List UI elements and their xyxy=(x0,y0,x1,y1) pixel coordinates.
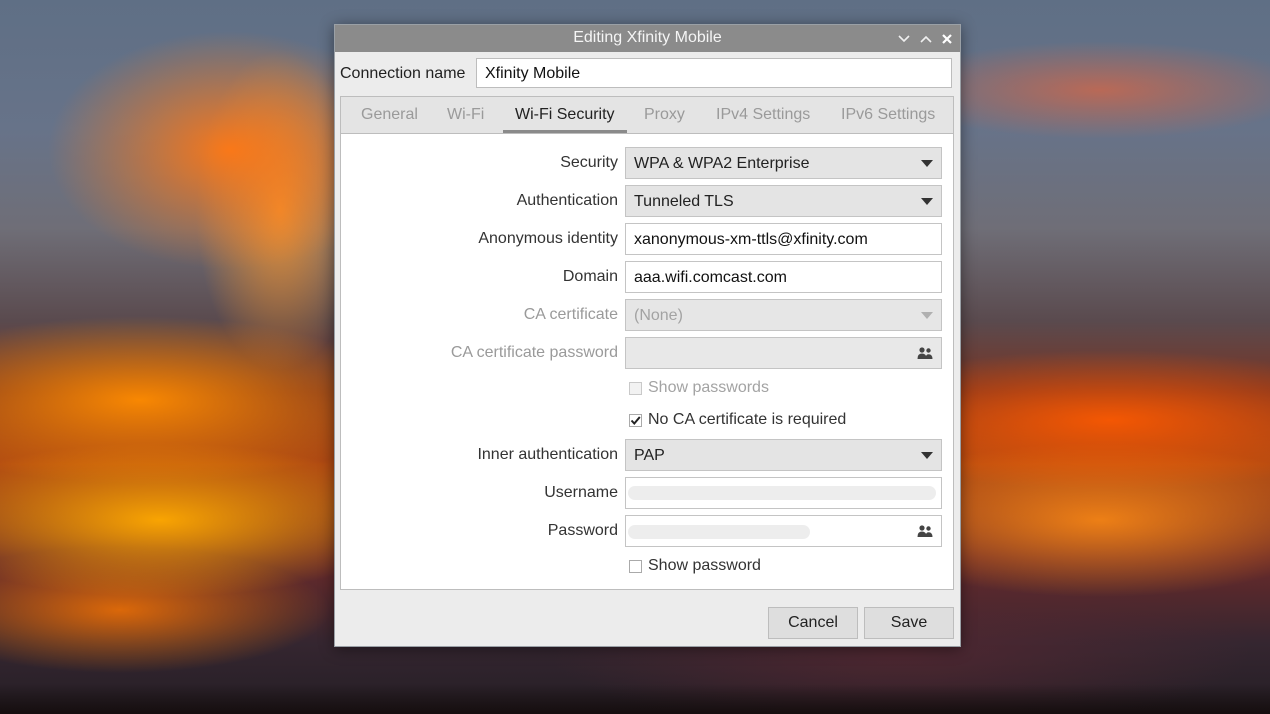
minimize-icon[interactable] xyxy=(895,30,912,47)
anonymous-identity-input[interactable]: xanonymous-xm-ttls@xfinity.com xyxy=(625,223,942,255)
title-bar[interactable]: Editing Xfinity Mobile xyxy=(335,25,960,52)
people-icon[interactable] xyxy=(917,524,933,538)
password-label: Password xyxy=(547,522,618,539)
show-passwords-checkbox[interactable]: Show passwords xyxy=(629,379,769,397)
connection-name-row: Connection name Xfinity Mobile xyxy=(335,58,960,90)
show-password-label: Show password xyxy=(648,557,761,574)
username-label: Username xyxy=(544,484,618,501)
show-password-checkbox[interactable]: Show password xyxy=(629,557,761,575)
tab-ipv4-settings[interactable]: IPv4 Settings xyxy=(704,97,822,133)
security-label: Security xyxy=(560,154,618,171)
security-combo[interactable]: WPA & WPA2 Enterprise xyxy=(625,147,942,179)
desktop-wallpaper-foreground xyxy=(0,684,1270,714)
edit-connection-dialog: Editing Xfinity Mobile Connection name X… xyxy=(334,24,961,647)
no-ca-certificate-label: No CA certificate is required xyxy=(648,411,847,428)
ca-certificate-password-input[interactable] xyxy=(625,337,942,369)
chevron-down-icon xyxy=(921,160,933,167)
inner-authentication-label: Inner authentication xyxy=(477,446,618,463)
tab-wifi-security[interactable]: Wi-Fi Security xyxy=(503,97,627,133)
checkbox-box xyxy=(629,559,642,573)
domain-label: Domain xyxy=(562,268,618,285)
tab-wifi[interactable]: Wi-Fi xyxy=(435,97,496,133)
people-icon[interactable] xyxy=(917,346,933,360)
redacted-password xyxy=(628,525,810,539)
username-input[interactable] xyxy=(625,477,942,509)
window-title: Editing Xfinity Mobile xyxy=(573,29,722,46)
chevron-down-icon xyxy=(921,452,933,459)
authentication-label: Authentication xyxy=(516,192,618,209)
security-combo-value: WPA & WPA2 Enterprise xyxy=(634,155,810,172)
checkmark-icon xyxy=(630,415,641,425)
connection-name-label: Connection name xyxy=(340,65,466,82)
checkbox-box xyxy=(629,381,642,395)
cancel-button[interactable]: Cancel xyxy=(768,607,858,639)
anonymous-identity-label: Anonymous identity xyxy=(478,230,618,247)
chevron-down-icon xyxy=(921,312,933,319)
ca-certificate-password-label: CA certificate password xyxy=(450,344,618,361)
inner-authentication-combo-value: PAP xyxy=(634,447,665,464)
ca-certificate-combo-value: (None) xyxy=(634,307,683,324)
tab-general[interactable]: General xyxy=(349,97,430,133)
settings-notebook: General Wi-Fi Wi-Fi Security Proxy IPv4 … xyxy=(340,96,954,590)
tab-proxy[interactable]: Proxy xyxy=(632,97,697,133)
ca-certificate-label: CA certificate xyxy=(523,306,618,323)
authentication-combo[interactable]: Tunneled TLS xyxy=(625,185,942,217)
chevron-down-icon xyxy=(921,198,933,205)
maximize-icon[interactable] xyxy=(917,30,934,47)
authentication-combo-value: Tunneled TLS xyxy=(634,193,734,210)
redacted-username xyxy=(628,486,936,500)
checkbox-box xyxy=(629,413,642,427)
password-input[interactable] xyxy=(625,515,942,547)
save-button[interactable]: Save xyxy=(864,607,954,639)
no-ca-certificate-checkbox[interactable]: No CA certificate is required xyxy=(629,411,846,429)
show-passwords-label: Show passwords xyxy=(648,379,769,396)
ca-certificate-combo[interactable]: (None) xyxy=(625,299,942,331)
domain-input[interactable]: aaa.wifi.comcast.com xyxy=(625,261,942,293)
inner-authentication-combo[interactable]: PAP xyxy=(625,439,942,471)
connection-name-input[interactable]: Xfinity Mobile xyxy=(476,58,952,88)
close-icon[interactable] xyxy=(938,30,955,47)
tab-bar: General Wi-Fi Wi-Fi Security Proxy IPv4 … xyxy=(341,97,953,134)
tab-ipv6-settings[interactable]: IPv6 Settings xyxy=(829,97,947,133)
